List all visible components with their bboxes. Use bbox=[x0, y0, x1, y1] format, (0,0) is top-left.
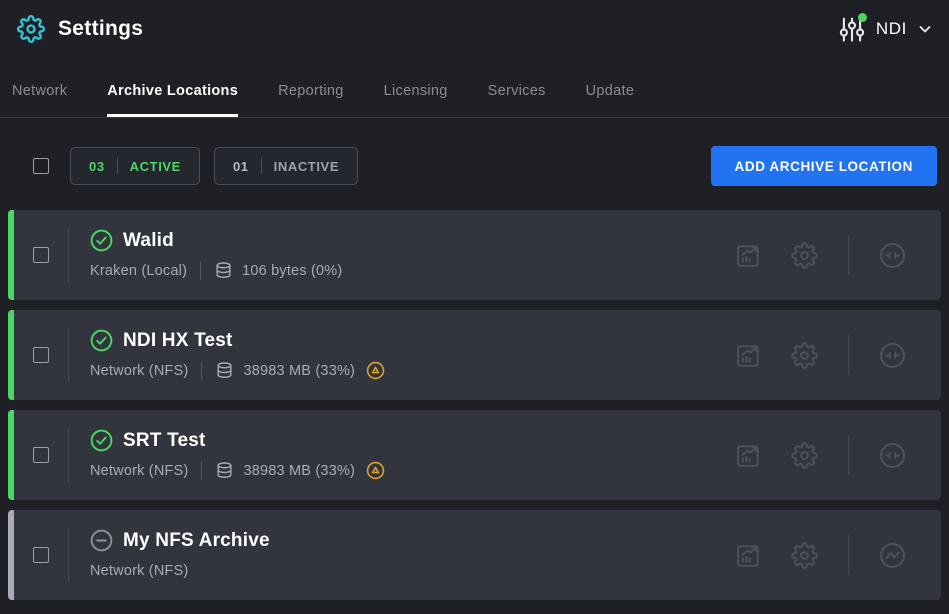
stats-chart-icon[interactable] bbox=[735, 442, 762, 469]
online-status-dot bbox=[858, 13, 867, 22]
deactivate-icon[interactable] bbox=[878, 241, 907, 270]
actions-divider bbox=[848, 535, 849, 575]
tab-archive-locations[interactable]: Archive Locations bbox=[107, 58, 238, 117]
app-header: Settings NDI bbox=[0, 0, 949, 58]
actions-divider bbox=[848, 435, 849, 475]
status-color-bar bbox=[8, 210, 14, 300]
row-settings-gear-icon[interactable] bbox=[791, 342, 818, 369]
archive-type: Network (NFS) bbox=[90, 363, 188, 379]
stats-chart-icon[interactable] bbox=[735, 542, 762, 569]
row-settings-gear-icon[interactable] bbox=[791, 242, 818, 269]
subtitle-divider bbox=[201, 462, 202, 480]
archive-size: 106 bytes (0%) bbox=[242, 263, 342, 279]
archive-name: My NFS Archive bbox=[123, 530, 270, 552]
subtitle-divider bbox=[201, 362, 202, 380]
row-checkbox[interactable] bbox=[33, 547, 49, 563]
inactive-filter-badge[interactable]: 01 INACTIVE bbox=[214, 147, 358, 185]
archive-size: 38983 MB (33%) bbox=[243, 463, 355, 479]
row-divider bbox=[68, 228, 69, 282]
warning-icon bbox=[366, 461, 385, 480]
archive-type: Kraken (Local) bbox=[90, 263, 187, 279]
select-all-checkbox[interactable] bbox=[33, 158, 49, 174]
archive-type: Network (NFS) bbox=[90, 463, 188, 479]
active-check-circle-icon bbox=[90, 429, 113, 452]
status-color-bar bbox=[8, 410, 14, 500]
archive-name: NDI HX Test bbox=[123, 330, 233, 352]
archive-location-list: Walid Kraken (Local) 106 bytes (0%) bbox=[0, 210, 949, 600]
actions-divider bbox=[848, 335, 849, 375]
chevron-down-icon bbox=[917, 21, 933, 37]
page-title: Settings bbox=[58, 17, 143, 41]
active-check-circle-icon bbox=[90, 229, 113, 252]
active-check-circle-icon bbox=[90, 329, 113, 352]
deactivate-icon[interactable] bbox=[878, 441, 907, 470]
deactivate-icon[interactable] bbox=[878, 341, 907, 370]
tab-services[interactable]: Services bbox=[488, 58, 546, 117]
tab-licensing[interactable]: Licensing bbox=[384, 58, 448, 117]
archive-size: 38983 MB (33%) bbox=[243, 363, 355, 379]
row-checkbox[interactable] bbox=[33, 447, 49, 463]
channel-selector[interactable]: NDI bbox=[838, 14, 933, 44]
inactive-label: INACTIVE bbox=[274, 159, 339, 174]
archive-location-row: SRT Test Network (NFS) 38983 MB (33%) bbox=[8, 410, 941, 500]
archive-name: Walid bbox=[123, 230, 174, 252]
badge-divider bbox=[261, 158, 262, 174]
storage-icon bbox=[215, 361, 234, 380]
settings-page: Settings NDI bbox=[0, 0, 949, 614]
add-archive-location-button[interactable]: ADD ARCHIVE LOCATION bbox=[711, 146, 938, 186]
row-checkbox[interactable] bbox=[33, 347, 49, 363]
archive-location-row: Walid Kraken (Local) 106 bytes (0%) bbox=[8, 210, 941, 300]
active-filter-badge[interactable]: 03 ACTIVE bbox=[70, 147, 200, 185]
tab-reporting[interactable]: Reporting bbox=[278, 58, 344, 117]
row-divider bbox=[68, 528, 69, 582]
archive-location-row: My NFS Archive Network (NFS) bbox=[8, 510, 941, 600]
stats-chart-icon[interactable] bbox=[735, 342, 762, 369]
row-settings-gear-icon[interactable] bbox=[791, 542, 818, 569]
actions-divider bbox=[848, 235, 849, 275]
storage-icon bbox=[214, 261, 233, 280]
subtitle-divider bbox=[200, 262, 201, 280]
inactive-minus-circle-icon bbox=[90, 529, 113, 552]
badge-divider bbox=[117, 158, 118, 174]
active-count: 03 bbox=[89, 159, 105, 174]
stats-chart-icon[interactable] bbox=[735, 242, 762, 269]
settings-gear-icon bbox=[17, 15, 45, 43]
row-settings-gear-icon[interactable] bbox=[791, 442, 818, 469]
activate-icon[interactable] bbox=[878, 541, 907, 570]
status-color-bar bbox=[8, 310, 14, 400]
archive-location-row: NDI HX Test Network (NFS) 38983 MB (33%) bbox=[8, 310, 941, 400]
archive-type: Network (NFS) bbox=[90, 563, 188, 579]
storage-icon bbox=[215, 461, 234, 480]
row-divider bbox=[68, 328, 69, 382]
toolbar: 03 ACTIVE 01 INACTIVE ADD ARCHIVE LOCATI… bbox=[0, 146, 949, 186]
warning-icon bbox=[366, 361, 385, 380]
inactive-count: 01 bbox=[233, 159, 249, 174]
archive-name: SRT Test bbox=[123, 430, 206, 452]
row-divider bbox=[68, 428, 69, 482]
settings-tabs: Network Archive Locations Reporting Lice… bbox=[0, 58, 949, 118]
tab-update[interactable]: Update bbox=[586, 58, 635, 117]
status-color-bar bbox=[8, 510, 14, 600]
active-label: ACTIVE bbox=[130, 159, 181, 174]
row-checkbox[interactable] bbox=[33, 247, 49, 263]
channel-label: NDI bbox=[876, 19, 907, 39]
tab-network[interactable]: Network bbox=[12, 58, 67, 117]
